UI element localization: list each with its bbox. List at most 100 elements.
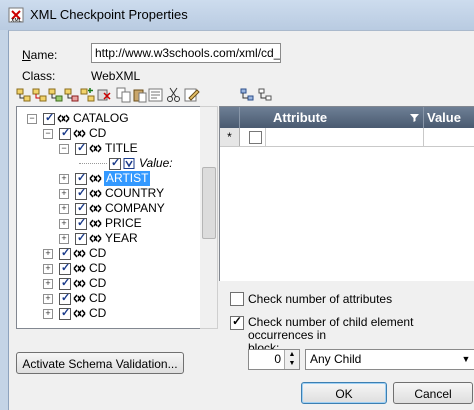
expand-toggle[interactable]: +: [43, 264, 53, 274]
header-corner: [220, 107, 240, 128]
grid-header: Attribute Value: [220, 107, 474, 128]
node-checkbox[interactable]: [75, 141, 87, 156]
title-bar[interactable]: XML XML Checkpoint Properties: [0, 0, 474, 30]
cancel-button[interactable]: Cancel: [393, 382, 473, 404]
node-checkbox[interactable]: [59, 276, 71, 291]
row-checkbox[interactable]: [249, 131, 262, 144]
node-label: CD: [89, 276, 107, 290]
expand-all-icon[interactable]: [16, 87, 32, 103]
node-checkbox[interactable]: [59, 246, 71, 261]
node-label: TITLE: [105, 141, 138, 155]
count-value: 0: [274, 352, 281, 366]
tree-scrollbar[interactable]: [200, 106, 218, 329]
node-label: CD: [89, 261, 107, 275]
collapse-toggle[interactable]: −: [27, 114, 37, 124]
options-panel: Check number of attributes Check number …: [219, 281, 474, 370]
element-icon: [89, 234, 102, 243]
chevron-down-icon[interactable]: ▼: [458, 350, 474, 369]
node-label: CD: [89, 126, 107, 140]
xml-tree[interactable]: − CATALOG − CD − TITLE Value: +: [16, 106, 209, 329]
svg-text:XML: XML: [11, 18, 22, 23]
element-icon: [73, 294, 86, 303]
class-value: WebXML: [91, 69, 141, 83]
copy-icon[interactable]: [116, 87, 132, 103]
node-checkbox[interactable]: [59, 306, 71, 321]
element-icon: [89, 189, 102, 198]
element-icon: [73, 249, 86, 258]
node-label: PRICE: [105, 216, 142, 230]
cut-icon[interactable]: [166, 87, 182, 103]
node-checkbox[interactable]: [59, 126, 71, 141]
stepper-buttons[interactable]: ▲ ▼: [284, 350, 299, 369]
expand-toggle[interactable]: +: [43, 249, 53, 259]
node-label: CATALOG: [73, 111, 129, 125]
node-checkbox[interactable]: [59, 261, 71, 276]
element-icon: [73, 279, 86, 288]
clear-all-icon[interactable]: [64, 87, 80, 103]
node-label: Value:: [139, 156, 173, 170]
node-label: CD: [89, 246, 107, 260]
node-checkbox[interactable]: [75, 231, 87, 246]
column-header-attribute[interactable]: Attribute: [273, 107, 327, 128]
expand-toggle[interactable]: +: [43, 279, 53, 289]
element-icon: [57, 114, 70, 123]
value-icon: [123, 158, 135, 169]
scroll-thumb[interactable]: [202, 167, 216, 239]
element-icon: [89, 219, 102, 228]
node-label: CD: [89, 291, 107, 305]
node-label: ARTIST: [104, 171, 151, 186]
node-label: COUNTRY: [105, 186, 165, 200]
node-checkbox[interactable]: [75, 171, 87, 186]
filter-icon[interactable]: [410, 113, 419, 122]
edit-icon[interactable]: [184, 87, 200, 103]
collapse-all-icon[interactable]: [32, 87, 48, 103]
check-children-checkbox[interactable]: [230, 314, 244, 330]
ok-button[interactable]: OK: [301, 382, 387, 404]
tree-sync-icon[interactable]: [258, 87, 274, 103]
select-all-icon[interactable]: [48, 87, 64, 103]
grid-new-row[interactable]: *: [220, 128, 474, 147]
expand-toggle[interactable]: +: [59, 204, 69, 214]
node-checkbox[interactable]: [75, 201, 87, 216]
element-icon: [73, 309, 86, 318]
node-checkbox[interactable]: [43, 111, 55, 126]
check-attributes-label: Check number of attributes: [248, 292, 393, 306]
node-label: COMPANY: [105, 201, 165, 215]
collapse-toggle[interactable]: −: [43, 129, 53, 139]
node-label: CD: [89, 306, 107, 320]
collapse-toggle[interactable]: −: [59, 144, 69, 154]
remove-node-icon[interactable]: [96, 87, 112, 103]
element-icon: [73, 264, 86, 273]
expand-toggle[interactable]: +: [43, 294, 53, 304]
new-row-marker: *: [220, 128, 240, 146]
child-select[interactable]: Any Child ▼: [305, 349, 474, 370]
element-icon: [89, 174, 102, 183]
name-label: Name:: [22, 48, 58, 62]
node-checkbox[interactable]: [75, 216, 87, 231]
tree-compare-icon[interactable]: [240, 87, 256, 103]
element-icon: [89, 144, 102, 153]
expand-toggle[interactable]: +: [43, 309, 53, 319]
column-header-value[interactable]: Value: [427, 107, 461, 128]
expand-toggle[interactable]: +: [59, 219, 69, 229]
properties-icon[interactable]: [148, 87, 164, 103]
expand-toggle[interactable]: +: [59, 174, 69, 184]
check-attributes-checkbox[interactable]: [230, 292, 244, 306]
class-label: Class:: [22, 69, 56, 83]
activate-schema-button[interactable]: Activate Schema Validation...: [16, 352, 184, 374]
child-select-value: Any Child: [310, 352, 362, 366]
dialog-body: Name: http://www.w3schools.com/xml/cd_ca…: [8, 30, 474, 410]
node-label: YEAR: [105, 231, 138, 245]
name-input[interactable]: http://www.w3schools.com/xml/cd_cat: [91, 43, 281, 63]
xml-checkpoint-icon: XML: [8, 7, 24, 23]
expand-toggle[interactable]: +: [59, 189, 69, 199]
attributes-grid[interactable]: Attribute Value *: [219, 106, 474, 282]
node-checkbox[interactable]: [109, 156, 121, 171]
element-icon: [89, 204, 102, 213]
node-checkbox[interactable]: [59, 291, 71, 306]
paste-icon[interactable]: [132, 87, 148, 103]
expand-toggle[interactable]: +: [59, 234, 69, 244]
add-node-icon[interactable]: [80, 87, 96, 103]
node-checkbox[interactable]: [75, 186, 87, 201]
occurrence-count-stepper[interactable]: 0 ▲ ▼: [248, 349, 300, 370]
